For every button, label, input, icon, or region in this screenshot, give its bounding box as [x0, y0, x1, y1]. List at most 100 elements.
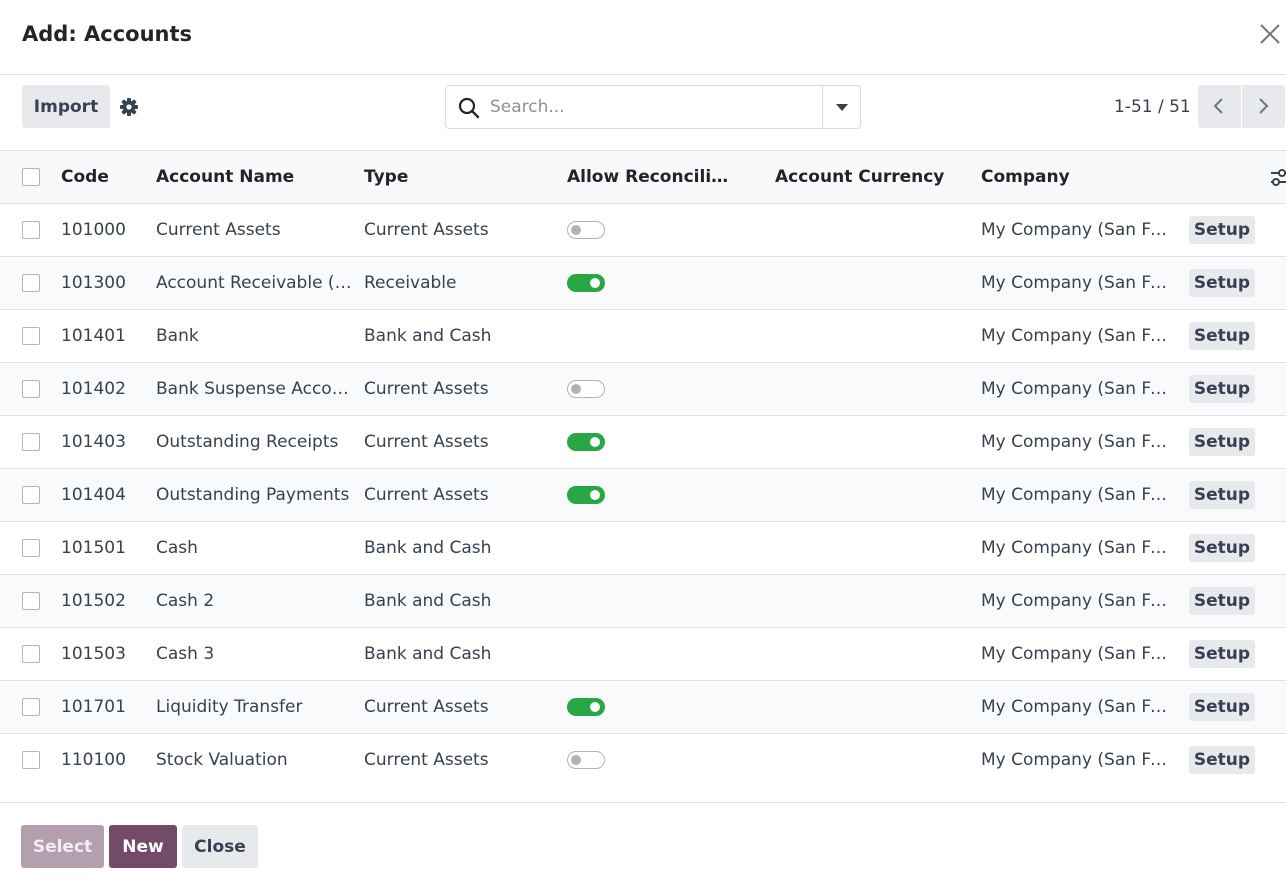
cell-account-name: Liquidity Transfer [156, 696, 303, 717]
cell-allow-reconciliation [567, 468, 775, 521]
cell-company: My Company (San Francisco) [981, 643, 1189, 664]
row-checkbox[interactable] [22, 326, 40, 345]
import-button[interactable]: Import [22, 85, 110, 128]
caret-down-icon[interactable] [822, 86, 860, 128]
close-icon[interactable] [1256, 20, 1284, 48]
column-header-code[interactable]: Code [61, 151, 156, 203]
cell-account-currency [775, 733, 981, 786]
column-header-type[interactable]: Type [364, 151, 567, 203]
column-header-company[interactable]: Company [981, 151, 1189, 203]
reconcile-toggle[interactable] [567, 379, 605, 398]
cell-account-currency [775, 256, 981, 309]
cell-account-currency [775, 521, 981, 574]
column-header-allow-reconciliation[interactable]: Allow Reconcili… [567, 151, 775, 203]
setup-button[interactable]: Setup [1189, 745, 1255, 774]
cell-code: 101401 [61, 325, 126, 346]
row-checkbox[interactable] [22, 432, 40, 451]
pager-value[interactable]: 1-51 / 51 [1114, 97, 1191, 117]
cell-code: 101000 [61, 219, 126, 240]
setup-button[interactable]: Setup [1189, 374, 1255, 403]
table-row[interactable]: 101502 Cash 2 Bank and Cash My Company (San… [0, 574, 1286, 627]
gear-icon[interactable] [119, 97, 139, 117]
cell-company: My Company (San Francisco) [981, 219, 1189, 240]
column-header-account-name[interactable]: Account Name [156, 151, 364, 203]
pager-previous-button[interactable] [1198, 85, 1241, 128]
row-checkbox[interactable] [22, 538, 40, 557]
setup-button[interactable]: Setup [1189, 639, 1255, 668]
cell-company: My Company (San Francisco) [981, 537, 1189, 558]
table-row[interactable]: 101501 Cash Bank and Cash My Company (San F… [0, 521, 1286, 574]
table-header-row: Code Account Name Type Allow Reconcili… … [0, 151, 1286, 203]
cell-code: 101503 [61, 643, 126, 664]
cell-company: My Company (San Francisco) [981, 378, 1189, 399]
dialog-header: Add: Accounts [0, 0, 1286, 75]
table-row[interactable]: 101300 Account Receivable (PoS) Receivable… [0, 256, 1286, 309]
setup-button[interactable]: Setup [1189, 321, 1255, 350]
close-button[interactable]: Close [182, 825, 258, 868]
cell-code: 101402 [61, 378, 126, 399]
row-checkbox[interactable] [22, 485, 40, 504]
table-row[interactable]: 101503 Cash 3 Bank and Cash My Company (San… [0, 627, 1286, 680]
table-row[interactable]: 110100 Stock Valuation Current Assets My Co… [0, 733, 1286, 786]
cell-account-name: Cash [156, 537, 198, 558]
cell-account-name: Account Receivable (PoS) [156, 272, 364, 293]
cell-type: Bank and Cash [364, 590, 492, 611]
select-button[interactable]: Select [21, 825, 104, 868]
cell-allow-reconciliation [567, 415, 775, 468]
cell-account-currency [775, 574, 981, 627]
table-row[interactable]: 101402 Bank Suspense Account Current Asset… [0, 362, 1286, 415]
table-row[interactable]: 101404 Outstanding Payments Current Assets… [0, 468, 1286, 521]
reconcile-toggle[interactable] [567, 697, 605, 716]
table-row[interactable]: 101403 Outstanding Receipts Current Assets… [0, 415, 1286, 468]
cell-code: 101403 [61, 431, 126, 452]
cell-account-name: Cash 2 [156, 590, 215, 611]
new-button[interactable]: New [109, 825, 177, 868]
row-checkbox[interactable] [22, 220, 40, 239]
cell-company: My Company (San Francisco) [981, 484, 1189, 505]
column-header-account-currency[interactable]: Account Currency [775, 151, 981, 203]
setup-button[interactable]: Setup [1189, 268, 1255, 297]
reconcile-toggle[interactable] [567, 750, 605, 769]
pager-next-button[interactable] [1242, 85, 1285, 128]
setup-button[interactable]: Setup [1189, 586, 1255, 615]
cell-account-currency [775, 362, 981, 415]
row-checkbox[interactable] [22, 697, 40, 716]
row-checkbox[interactable] [22, 273, 40, 292]
sliders-icon[interactable] [1271, 168, 1286, 188]
cell-type: Current Assets [364, 378, 489, 399]
control-panel: Import 1-51 / 51 [0, 75, 1286, 151]
setup-button[interactable]: Setup [1189, 215, 1255, 244]
search-input[interactable] [490, 87, 820, 127]
reconcile-toggle[interactable] [567, 220, 605, 239]
row-checkbox[interactable] [22, 750, 40, 769]
table-row[interactable]: 101401 Bank Bank and Cash My Company (San F… [0, 309, 1286, 362]
cell-company: My Company (San Francisco) [981, 749, 1189, 770]
cell-account-name: Current Assets [156, 219, 281, 240]
setup-button[interactable]: Setup [1189, 533, 1255, 562]
table-row[interactable]: 101701 Liquidity Transfer Current Assets My… [0, 680, 1286, 733]
cell-allow-reconciliation [567, 733, 775, 786]
row-checkbox[interactable] [22, 644, 40, 663]
select-all-checkbox[interactable] [22, 167, 40, 186]
cell-allow-reconciliation [567, 680, 775, 733]
cell-type: Bank and Cash [364, 643, 492, 664]
setup-button[interactable]: Setup [1189, 480, 1255, 509]
cell-account-currency [775, 203, 981, 256]
row-checkbox[interactable] [22, 379, 40, 398]
cell-type: Current Assets [364, 219, 489, 240]
setup-button[interactable]: Setup [1189, 427, 1255, 456]
reconcile-toggle[interactable] [567, 485, 605, 504]
cell-account-name: Outstanding Receipts [156, 431, 339, 452]
search-bar [445, 85, 861, 129]
cell-company: My Company (San Francisco) [981, 431, 1189, 452]
cell-type: Current Assets [364, 749, 489, 770]
cell-code: 101404 [61, 484, 126, 505]
reconcile-toggle[interactable] [567, 273, 605, 292]
cell-allow-reconciliation [567, 309, 775, 362]
cell-type: Current Assets [364, 696, 489, 717]
cell-account-name: Outstanding Payments [156, 484, 350, 505]
row-checkbox[interactable] [22, 591, 40, 610]
reconcile-toggle[interactable] [567, 432, 605, 451]
setup-button[interactable]: Setup [1189, 692, 1255, 721]
table-row[interactable]: 101000 Current Assets Current Assets My Com… [0, 203, 1286, 256]
